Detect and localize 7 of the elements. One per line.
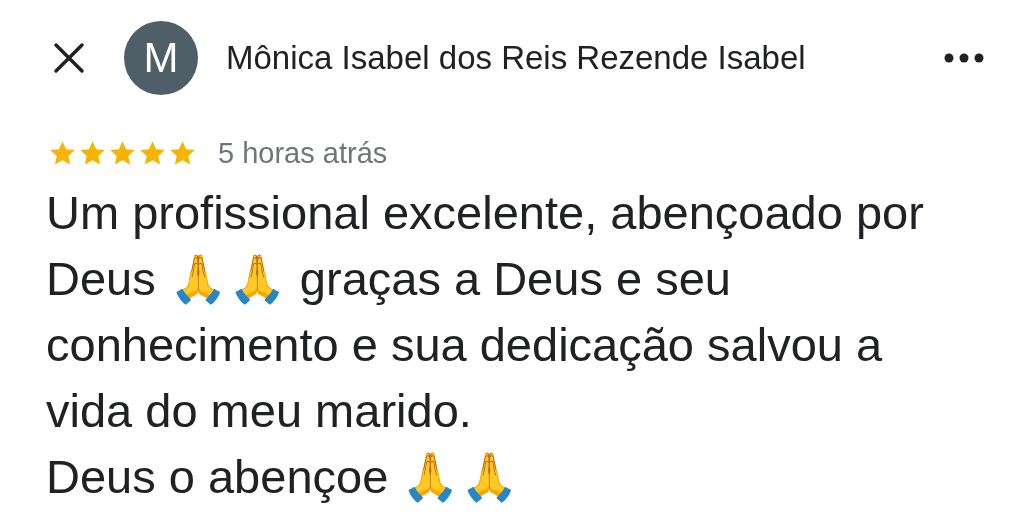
close-icon[interactable] xyxy=(52,40,86,75)
author-name[interactable]: Mônica Isabel dos Reis Rezende Isabel xyxy=(226,32,944,83)
more-icon[interactable] xyxy=(944,52,984,63)
avatar[interactable]: M xyxy=(124,20,198,95)
review-text: Um profissional excelente, abençoado por Deus 🙏🙏 graças a Deus e seu conhecimento e sua dedicação salvou a vida do meu marido. xyxy=(45,184,925,439)
review-text: Deus o abençoe 🙏🙏 xyxy=(45,448,521,505)
review-time: 5 horas atrás xyxy=(218,136,388,171)
